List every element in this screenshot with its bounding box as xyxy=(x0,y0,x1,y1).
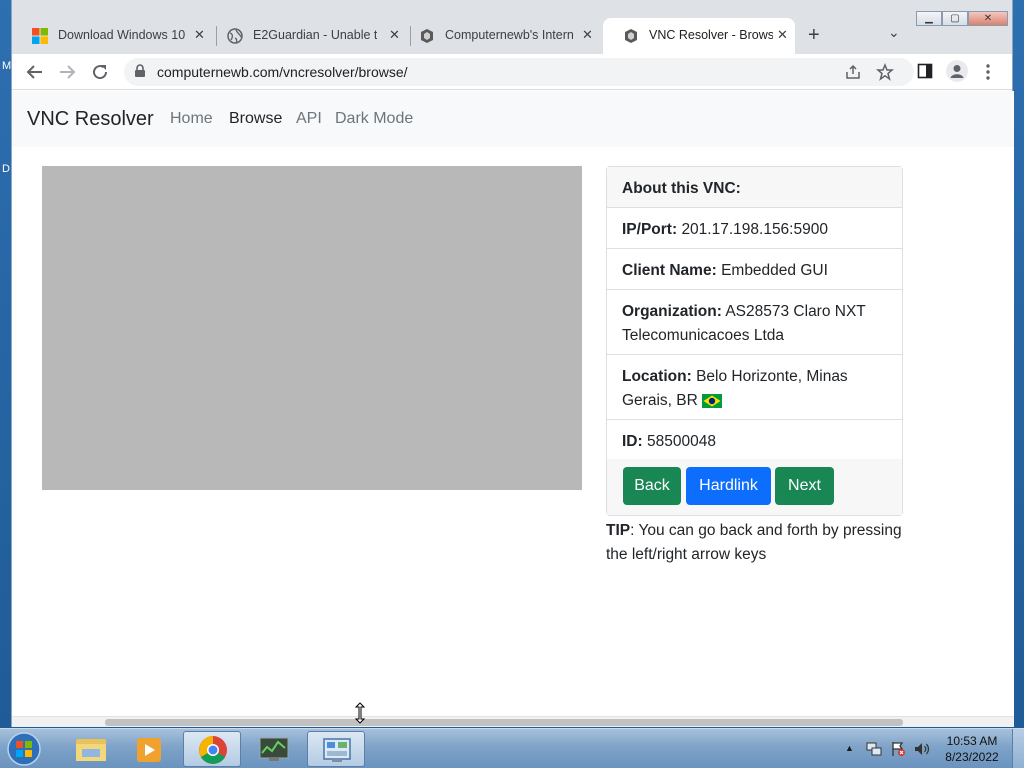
globe-icon xyxy=(227,28,243,44)
tab-title: VNC Resolver - Browse xyxy=(649,28,773,42)
client-name-value: Embedded GUI xyxy=(721,262,828,279)
taskbar-control-panel-button[interactable] xyxy=(307,731,365,767)
windows-logo-icon xyxy=(32,28,48,44)
horizontal-scrollbar[interactable] xyxy=(12,716,1014,727)
clock-date: 8/23/2022 xyxy=(945,750,999,764)
reload-icon[interactable] xyxy=(91,63,109,81)
chrome-icon xyxy=(199,736,227,764)
location-label: Location: xyxy=(622,368,692,385)
next-button[interactable]: Next xyxy=(775,467,834,505)
taskbar: ▲ 10:53 AM 8/23/2022 xyxy=(0,728,1024,768)
url-text[interactable]: computernewb.com/vncresolver/browse/ xyxy=(157,64,408,80)
tab-e2guardian[interactable]: E2Guardian - Unable to ✕ xyxy=(217,18,411,54)
profile-avatar[interactable] xyxy=(946,60,968,82)
address-bar[interactable]: computernewb.com/vncresolver/browse/ xyxy=(124,58,914,86)
nav-api[interactable]: API xyxy=(296,110,322,128)
back-arrow-icon[interactable] xyxy=(26,63,44,81)
action-center-flag-icon[interactable] xyxy=(890,741,906,757)
control-panel-icon xyxy=(323,738,351,762)
card-header: About this VNC: xyxy=(607,167,902,208)
organization-label: Organization: xyxy=(622,303,722,320)
tab-search-chevron-icon[interactable]: ⌄ xyxy=(888,24,900,41)
card-footer: Back Hardlink Next xyxy=(607,459,902,515)
nav-home[interactable]: Home xyxy=(170,110,213,128)
location-row: Location: Belo Horizonte, Minas Gerais, … xyxy=(607,355,902,420)
clock-time: 10:53 AM xyxy=(946,734,998,748)
show-hidden-icons-arrow[interactable]: ▲ xyxy=(845,743,854,753)
vnc-screenshot-preview xyxy=(42,166,582,490)
browser-window: Download Windows 10 ✕ E2Guardian - Unabl… xyxy=(11,0,1014,727)
tab-title: E2Guardian - Unable to xyxy=(253,28,377,42)
network-icon[interactable] xyxy=(866,741,882,757)
id-value: 58500048 xyxy=(646,433,716,450)
mouse-cursor-icon xyxy=(354,702,366,724)
close-tab-icon[interactable]: ✕ xyxy=(194,27,205,43)
client-name-label: Client Name: xyxy=(622,262,717,279)
start-button[interactable] xyxy=(5,731,43,767)
tip-body: : You can go back and forth by pressing … xyxy=(606,522,902,563)
share-icon[interactable] xyxy=(845,64,861,80)
minimize-button[interactable]: ▁ xyxy=(916,11,942,26)
close-window-button[interactable]: ✕ xyxy=(968,11,1008,26)
close-tab-icon[interactable]: ✕ xyxy=(582,27,593,43)
show-desktop-button[interactable] xyxy=(1012,729,1024,768)
taskbar-task-manager-button[interactable] xyxy=(245,731,303,767)
desktop-icon-label[interactable]: D xyxy=(2,163,10,175)
forward-arrow-icon[interactable] xyxy=(58,63,76,81)
kebab-menu-icon[interactable] xyxy=(984,63,992,81)
taskbar-media-player-button[interactable] xyxy=(121,731,179,767)
nav-dark-mode[interactable]: Dark Mode xyxy=(335,110,413,128)
new-tab-button[interactable]: + xyxy=(808,24,820,47)
ip-port-row: IP/Port: 201.17.198.156:5900 xyxy=(607,208,902,249)
taskbar-explorer-button[interactable] xyxy=(62,731,120,767)
back-button[interactable]: Back xyxy=(623,467,681,505)
scrollbar-thumb[interactable] xyxy=(105,719,903,726)
tab-computernewb[interactable]: Computernewb's Interne ✕ xyxy=(411,18,603,54)
lock-icon[interactable] xyxy=(134,64,146,78)
task-manager-icon xyxy=(259,737,289,761)
site-navbar: VNC Resolver Home Browse API Dark Mode xyxy=(12,91,1014,147)
client-name-row: Client Name: Embedded GUI xyxy=(607,249,902,290)
tab-strip: Download Windows 10 ✕ E2Guardian - Unabl… xyxy=(12,0,1012,54)
site-brand[interactable]: VNC Resolver xyxy=(27,108,154,131)
brazil-flag-icon xyxy=(702,393,723,408)
vnc-info-card: About this VNC: IP/Port: 201.17.198.156:… xyxy=(606,166,903,516)
maximize-button[interactable]: ▢ xyxy=(942,11,968,26)
desktop-icon-label[interactable]: M xyxy=(2,60,11,72)
tab-vnc-resolver-active[interactable]: VNC Resolver - Browse ✕ xyxy=(603,18,795,54)
tab-download-windows[interactable]: Download Windows 10 ✕ xyxy=(12,18,217,54)
close-tab-icon[interactable]: ✕ xyxy=(389,27,400,43)
organization-row: Organization: AS28573 Claro NXT Telecomu… xyxy=(607,290,902,355)
nav-browse[interactable]: Browse xyxy=(229,110,282,128)
close-tab-icon[interactable]: ✕ xyxy=(777,27,788,43)
browser-toolbar: computernewb.com/vncresolver/browse/ xyxy=(12,54,1012,90)
media-player-icon xyxy=(137,738,161,762)
taskbar-chrome-button[interactable] xyxy=(183,731,241,767)
tab-title: Computernewb's Interne xyxy=(445,28,573,42)
tab-title: Download Windows 10 xyxy=(58,28,186,42)
bookmark-star-icon[interactable] xyxy=(876,63,894,81)
system-clock[interactable]: 10:53 AM 8/23/2022 xyxy=(936,733,1008,765)
ip-port-label: IP/Port: xyxy=(622,221,678,238)
person-icon xyxy=(950,65,964,78)
site-logo-icon xyxy=(625,29,637,43)
web-page: VNC Resolver Home Browse API Dark Mode A… xyxy=(12,91,1014,718)
site-logo-icon xyxy=(421,29,433,43)
side-panel-icon[interactable] xyxy=(917,63,933,79)
volume-icon[interactable] xyxy=(914,741,930,757)
tip-label: TIP xyxy=(606,522,631,539)
id-label: ID: xyxy=(622,433,643,450)
id-row: ID: 58500048 xyxy=(607,420,902,461)
ip-port-value: 201.17.198.156:5900 xyxy=(681,221,828,238)
hardlink-button[interactable]: Hardlink xyxy=(686,467,771,505)
tip-text: TIP: You can go back and forth by pressi… xyxy=(606,519,906,567)
folder-icon xyxy=(76,739,106,761)
